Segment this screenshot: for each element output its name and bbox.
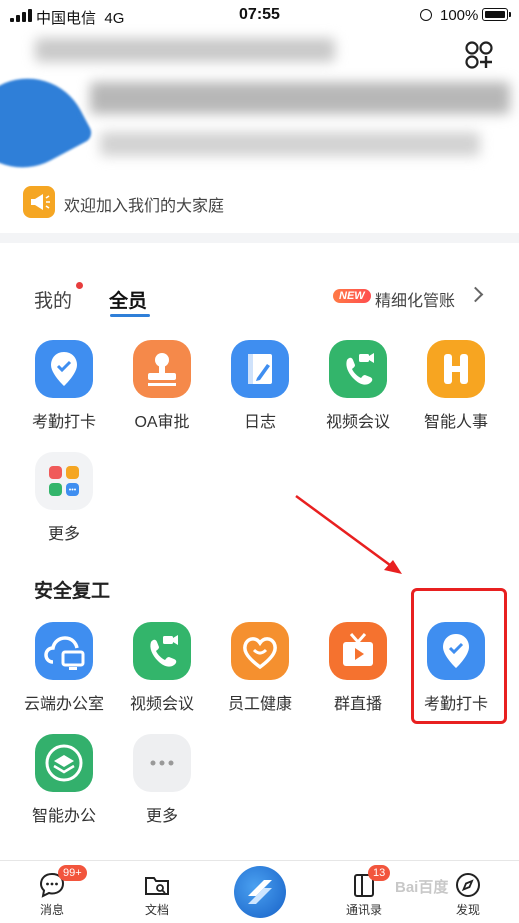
- annotation-highlight-box: [411, 588, 507, 724]
- app-label: 更多: [145, 808, 178, 825]
- app-attendance[interactable]: 考勤打卡: [14, 340, 114, 432]
- app-label: 群直播: [333, 696, 382, 713]
- battery-icon: [482, 8, 511, 21]
- app-oa-approval[interactable]: OA审批: [112, 340, 212, 432]
- app-label: 智能办公: [31, 808, 96, 825]
- app-label: 云端办公室: [23, 696, 104, 713]
- megaphone-icon: [23, 186, 55, 218]
- folder-icon: [143, 871, 171, 899]
- tab-all[interactable]: 全员: [109, 286, 147, 313]
- contacts-badge: 13: [368, 865, 391, 881]
- nav-label: 通讯录: [345, 903, 382, 917]
- app-smart-office[interactable]: 智能办公: [14, 734, 114, 826]
- new-badge: NEW: [333, 289, 371, 303]
- app-more-2[interactable]: 更多: [112, 734, 212, 826]
- compass-icon: [454, 871, 482, 899]
- company-logo: [0, 57, 95, 189]
- nav-label: 消息: [39, 903, 64, 917]
- manage-link[interactable]: 精细化管账: [375, 287, 455, 311]
- layers-icon: [35, 734, 93, 792]
- status-bar: 中国电信 4G 07:55 100%: [0, 0, 519, 30]
- app-label: 智能人事: [423, 414, 488, 431]
- notice-text[interactable]: 欢迎加入我们的大家庭: [64, 192, 224, 216]
- app-label: 考勤打卡: [31, 414, 96, 431]
- app-group-live[interactable]: 群直播: [308, 622, 408, 714]
- messages-badge: 99+: [58, 865, 87, 881]
- video-phone-icon: [329, 340, 387, 398]
- app-label: OA审批: [134, 414, 190, 431]
- h-letter-icon: [427, 340, 485, 398]
- nav-contacts[interactable]: 13 通讯录: [324, 861, 404, 918]
- chevron-right-icon[interactable]: [467, 286, 484, 303]
- app-more[interactable]: 更多: [14, 452, 114, 544]
- workbench-center-button[interactable]: [234, 866, 286, 918]
- watermark-text: Bai百度: [395, 879, 449, 896]
- app-smart-hr[interactable]: 智能人事: [406, 340, 506, 432]
- app-logo-icon: [248, 880, 272, 904]
- nav-messages[interactable]: 99+ 消息: [12, 861, 92, 918]
- chat-bubble-icon: 99+: [38, 865, 87, 899]
- app-label: 更多: [47, 526, 80, 543]
- tab-mine[interactable]: 我的: [34, 286, 72, 313]
- app-employee-health[interactable]: 员工健康: [210, 622, 310, 714]
- contacts-book-icon: 13: [350, 865, 391, 899]
- battery-percent: 100%: [440, 7, 479, 24]
- nav-label: 文档: [144, 903, 169, 917]
- video-phone-icon: [133, 622, 191, 680]
- cloud-monitor-icon: [35, 622, 93, 680]
- app-video-meeting[interactable]: 视频会议: [308, 340, 408, 432]
- app-log[interactable]: 日志: [210, 340, 310, 432]
- app-label: 视频会议: [325, 414, 390, 431]
- rotation-lock-icon: [420, 9, 432, 21]
- app-label: 日志: [243, 414, 276, 431]
- tv-play-icon: [329, 622, 387, 680]
- annotation-arrow-icon: [295, 494, 402, 574]
- location-pin-icon: [35, 340, 93, 398]
- app-cloud-office[interactable]: 云端办公室: [14, 622, 114, 714]
- section-title: 安全复工: [34, 581, 111, 602]
- app-label: 视频会议: [129, 696, 194, 713]
- nav-docs[interactable]: 文档: [117, 861, 197, 918]
- add-app-icon[interactable]: [464, 40, 494, 70]
- app-video-meeting-2[interactable]: 视频会议: [112, 622, 212, 714]
- more-grid-icon: [35, 452, 93, 510]
- notebook-pen-icon: [231, 340, 289, 398]
- tab-indicator: [110, 314, 150, 317]
- nav-label: 发现: [455, 903, 480, 917]
- more-dots-icon: [133, 734, 191, 792]
- tab-mine-dot: [76, 282, 83, 289]
- app-label: 员工健康: [227, 696, 292, 713]
- company-header[interactable]: [0, 30, 519, 189]
- heart-smile-icon: [231, 622, 289, 680]
- section-divider: [0, 233, 519, 243]
- stamp-icon: [133, 340, 191, 398]
